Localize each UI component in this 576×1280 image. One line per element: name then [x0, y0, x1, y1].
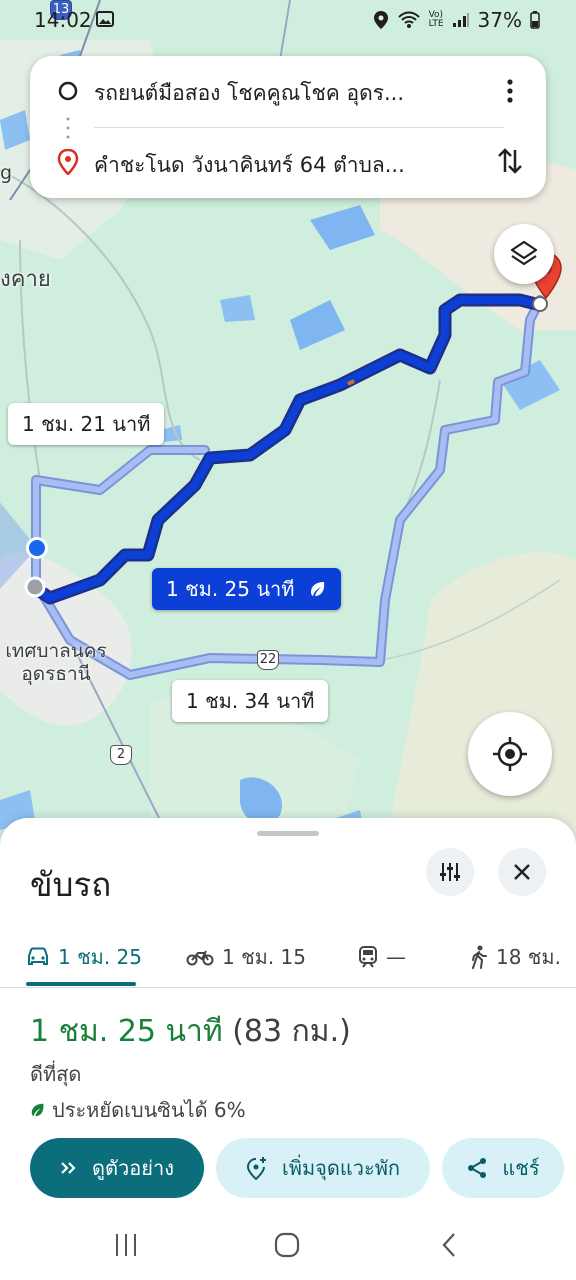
back-icon[interactable]	[440, 1232, 458, 1262]
car-icon	[28, 947, 48, 965]
swap-direction-icon[interactable]	[496, 146, 524, 180]
highway-shield-2: 2	[110, 745, 132, 765]
more-options-icon[interactable]	[500, 78, 520, 108]
double-chevron-right-icon	[61, 1162, 76, 1174]
my-location-button[interactable]	[468, 712, 552, 796]
preview-button-label: ดูตัวอย่าง	[92, 1156, 174, 1180]
route-bubble-alt2[interactable]: 1 ชม. 34 นาที	[172, 680, 329, 722]
gallery-notification-icon	[96, 10, 114, 32]
route-bubble-primary-label: 1 ชม. 25 นาที	[166, 577, 295, 601]
destination-field[interactable]: คำชะโนด วังนาคินทร์ 64 ตำบล...	[94, 149, 474, 182]
fuel-saving-text: ประหยัดเบนซินได้ 6%	[52, 1098, 246, 1122]
preview-button[interactable]: ดูตัวอย่าง	[30, 1138, 204, 1198]
signal-icon	[452, 13, 469, 27]
directions-search-card: รถยนต์มือสอง โชคคูณโชค อุดร... คำชะโนด ว…	[30, 56, 546, 198]
sheet-title: ขับรถ	[30, 865, 112, 904]
tab-driving[interactable]: 1 ชม. 25	[26, 926, 142, 988]
place-label-udon-line2: อุดรธานี	[21, 663, 91, 685]
crosshair-icon	[493, 737, 527, 771]
layers-icon	[510, 240, 538, 266]
status-time: 14:02	[34, 8, 92, 32]
route-eta: 1 ชม. 25 นาที	[30, 1014, 223, 1049]
route-options-button[interactable]	[426, 848, 474, 896]
close-icon	[514, 864, 530, 880]
wifi-icon	[397, 11, 420, 28]
map-view[interactable]: g งคาย เทศบาลนคร อุดรธานี 13 22 2 1 ชม. …	[0, 0, 576, 880]
travel-mode-tabs: 1 ชม. 25 1 ชม. 15 — 18 ชม.	[0, 926, 576, 988]
system-navigation-bar	[0, 1210, 576, 1280]
battery-icon	[530, 11, 540, 29]
place-label-udon-line1: เทศบาลนคร	[5, 640, 107, 662]
highway-shield-22: 22	[257, 650, 279, 670]
place-label-udon-city: เทศบาลนคร อุดรธานี	[4, 640, 108, 686]
place-label-fragment-top: g	[0, 162, 13, 184]
origin-field[interactable]: รถยนต์มือสอง โชคคูณโชค อุดร...	[94, 77, 474, 110]
fuel-saving-row: ประหยัดเบนซินได้ 6%	[30, 1094, 246, 1126]
add-stop-button-label: เพิ่มจุดแวะพัก	[281, 1156, 401, 1180]
close-button[interactable]	[498, 848, 546, 896]
layers-button[interactable]	[494, 224, 554, 284]
tab-transit[interactable]: —	[358, 926, 406, 988]
route-distance: (83 กม.)	[232, 1014, 351, 1049]
tab-motorcycle-label: 1 ชม. 15	[222, 945, 307, 969]
motorcycle-icon	[186, 950, 214, 966]
location-icon	[373, 11, 388, 29]
walk-icon	[472, 945, 487, 969]
search-divider	[94, 127, 504, 128]
destination-marker-icon	[57, 148, 79, 179]
recent-apps-icon[interactable]	[114, 1232, 138, 1262]
volte-icon: Vo) LTE	[428, 10, 444, 29]
origin-circle-icon	[58, 81, 78, 105]
share-button-label: แชร์	[502, 1156, 540, 1180]
tab-transit-label: —	[386, 945, 406, 969]
route-summary[interactable]: 1 ชม. 25 นาที (83 กม.)	[30, 1008, 351, 1055]
route-bubble-primary[interactable]: 1 ชม. 25 นาที	[152, 568, 341, 610]
tab-walking[interactable]: 18 ชม.	[470, 926, 561, 988]
train-icon	[359, 946, 377, 968]
status-bar: 14:02 Vo) LTE 37%	[0, 0, 576, 40]
share-icon	[468, 1158, 487, 1178]
active-tab-indicator	[26, 982, 136, 986]
share-button[interactable]: แชร์	[442, 1138, 564, 1198]
tab-motorcycle[interactable]: 1 ชม. 15	[186, 926, 306, 988]
origin-row[interactable]: รถยนต์มือสอง โชคคูณโชค อุดร...	[30, 60, 546, 120]
eco-leaf-icon	[309, 570, 327, 612]
tab-walking-label: 18 ชม.	[496, 945, 561, 969]
tab-driving-label: 1 ชม. 25	[58, 945, 143, 969]
route-best-label: ดีที่สุด	[30, 1062, 82, 1086]
route-bubble-alt1[interactable]: 1 ชม. 21 นาที	[8, 403, 165, 445]
add-stop-button[interactable]: เพิ่มจุดแวะพัก	[216, 1138, 430, 1198]
eco-leaf-icon	[31, 1103, 44, 1117]
battery-percent: 37%	[477, 8, 522, 32]
home-icon[interactable]	[273, 1232, 301, 1262]
tune-icon	[440, 863, 460, 881]
destination-row[interactable]: คำชะโนด วังนาคินทร์ 64 ตำบล...	[30, 132, 546, 192]
status-indicators: Vo) LTE 37%	[373, 8, 540, 32]
add-location-icon	[246, 1157, 266, 1180]
sheet-drag-handle[interactable]	[257, 831, 319, 836]
place-label-nong-khai: งคาย	[0, 267, 51, 292]
